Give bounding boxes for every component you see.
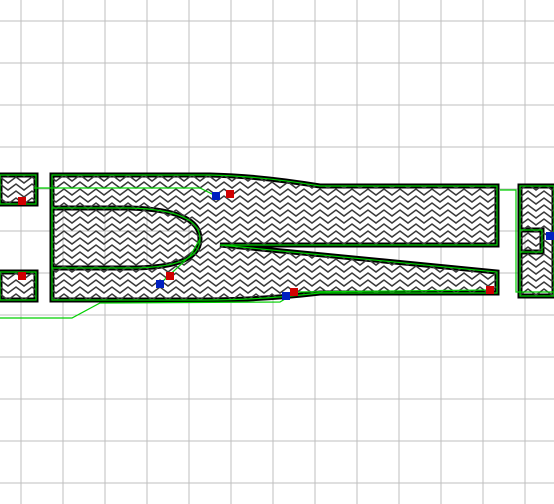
- seam-start-marker: [226, 190, 234, 198]
- seam-start-marker: [486, 286, 494, 294]
- slicer-preview-canvas[interactable]: [0, 0, 554, 504]
- preview-svg: [0, 0, 554, 504]
- seam-start-marker: [290, 288, 298, 296]
- seam-start-marker: [18, 197, 26, 205]
- seam-end-marker: [156, 280, 164, 288]
- seam-end-marker: [212, 192, 220, 200]
- seam-end-marker: [546, 232, 554, 240]
- seam-start-marker: [18, 272, 26, 280]
- seam-end-marker: [282, 292, 290, 300]
- seam-start-marker: [166, 272, 174, 280]
